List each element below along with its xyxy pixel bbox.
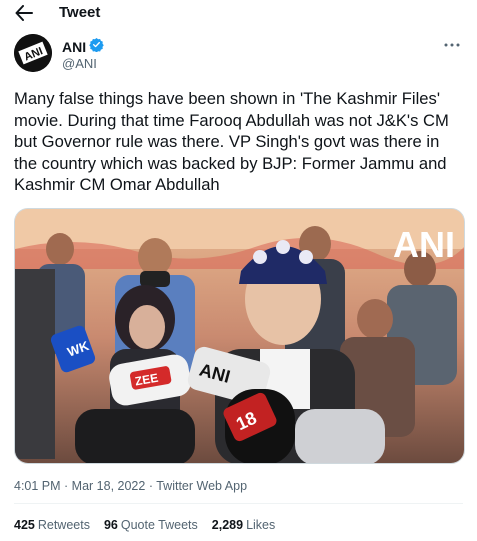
tweet-author: ANI ANI @ANI	[14, 34, 463, 76]
verified-badge-icon	[89, 37, 104, 57]
retweets-stat[interactable]: 425 Retweets	[14, 518, 90, 532]
divider	[14, 503, 463, 504]
quote-tweets-label: Quote Tweets	[120, 518, 198, 532]
retweets-count: 425	[14, 518, 35, 532]
likes-count: 2,289	[211, 518, 244, 532]
quote-tweets-stat[interactable]: 96 Quote Tweets	[104, 518, 198, 532]
tweet-meta: 4:01 PM · Mar 18, 2022 · Twitter Web App	[14, 479, 247, 493]
avatar[interactable]: ANI	[14, 34, 52, 72]
more-options-icon[interactable]	[441, 38, 463, 52]
likes-stat[interactable]: 2,289 Likes	[212, 518, 275, 532]
author-name[interactable]: ANI	[62, 39, 86, 55]
tweet-source[interactable]: Twitter Web App	[156, 479, 247, 493]
author-handle[interactable]: @ANI	[62, 56, 97, 71]
tweet-date[interactable]: Mar 18, 2022	[72, 479, 146, 493]
likes-label: Likes	[246, 518, 276, 532]
retweets-label: Retweets	[37, 518, 90, 532]
meta-separator: ·	[145, 479, 157, 493]
tweet-stats: 425 Retweets 96 Quote Tweets 2,289 Likes	[14, 518, 275, 532]
tweet-text: Many false things have been shown in 'Th…	[14, 89, 449, 194]
author-name-row[interactable]: ANI	[62, 37, 104, 57]
ani-logo-icon: ANI	[14, 34, 52, 72]
meta-separator: ·	[60, 479, 72, 493]
page-title: Tweet	[59, 4, 101, 21]
quote-tweets-count: 96	[103, 518, 118, 532]
top-bar: Tweet	[0, 0, 477, 28]
back-arrow-icon[interactable]	[14, 3, 34, 23]
tweet-time[interactable]: 4:01 PM	[14, 479, 61, 493]
ani-watermark: ANI	[393, 224, 455, 265]
tweet-media-image[interactable]: WK ZEE ANI 18 ANI	[14, 208, 465, 464]
